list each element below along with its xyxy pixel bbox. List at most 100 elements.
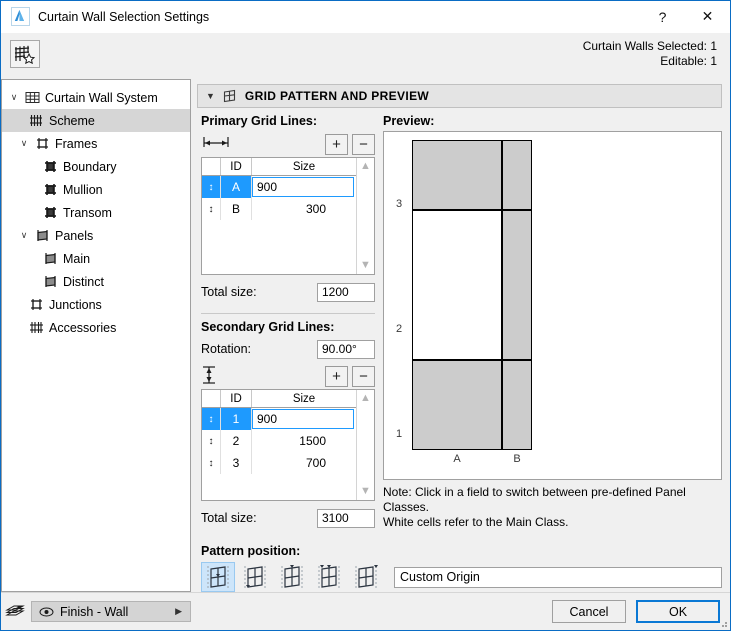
sidebar-item-frames[interactable]: ∨ Frames (2, 132, 190, 155)
table-row[interactable]: ↕ B 300 (202, 198, 356, 220)
grid-system-icon (22, 91, 42, 104)
sidebar-item-scheme[interactable]: Scheme (2, 109, 190, 132)
sidebar-item-main[interactable]: Main (2, 247, 190, 270)
scroll-down-icon[interactable]: ▼ (360, 260, 371, 271)
row-size-input[interactable]: 900 (252, 177, 354, 197)
cancel-button[interactable]: Cancel (552, 600, 626, 623)
preview-note-line-1: Note: Click in a field to switch between… (383, 485, 686, 514)
row-drag-handle[interactable]: ↕ (202, 408, 221, 430)
junctions-icon (26, 298, 46, 311)
primary-toolbar: + − (201, 131, 375, 157)
preview-cell-B2[interactable] (502, 210, 532, 360)
chevron-down-icon[interactable]: ▼ (206, 91, 215, 101)
layer-value: Finish - Wall (60, 604, 129, 619)
sidebar-item-accessories[interactable]: Accessories (2, 316, 190, 339)
pattern-top-right-icon[interactable] (349, 562, 383, 592)
rotation-label: Rotation: (201, 342, 252, 356)
table-row[interactable]: ↕ A 900 (202, 176, 356, 198)
primary-table-body: ID Size ↕ A 900 ↕ B 300 (202, 158, 356, 274)
rotation-input[interactable]: 90.00° (317, 339, 375, 359)
sidebar-item-boundary[interactable]: Boundary (2, 155, 190, 178)
rotation-row: Rotation: 90.00° (201, 337, 375, 361)
preview-canvas[interactable]: 3 2 1 A B (383, 131, 722, 480)
resize-grip-icon[interactable] (718, 618, 728, 628)
sidebar-item-transom[interactable]: Transom (2, 201, 190, 224)
preview-cell-A3[interactable] (412, 140, 502, 210)
chevron-down-icon[interactable]: ∨ (16, 138, 32, 149)
scheme-icon (26, 114, 46, 127)
divider (201, 313, 375, 314)
row-drag-handle[interactable]: ↕ (202, 198, 221, 220)
remove-secondary-grid-line-button[interactable]: − (352, 365, 375, 387)
close-button[interactable]: ✕ (685, 1, 730, 32)
help-button[interactable]: ? (640, 1, 685, 32)
remove-primary-grid-line-button[interactable]: − (352, 133, 375, 155)
chevron-down-icon[interactable]: ∨ (6, 92, 22, 103)
pattern-position-options: Custom Origin (201, 562, 722, 592)
preview-cell-B3[interactable] (502, 140, 532, 210)
secondary-total-value: 3100 (317, 508, 375, 528)
table-row[interactable]: ↕ 3 700 (202, 452, 356, 474)
preview-column-label-B: B (513, 453, 521, 465)
sidebar-item-label: Transom (63, 205, 112, 220)
secondary-total-label: Total size: (201, 511, 257, 525)
title-bar: Curtain Wall Selection Settings ? ✕ (1, 1, 730, 33)
preview-row-label-1: 1 (395, 428, 403, 440)
row-drag-handle[interactable]: ↕ (202, 452, 221, 474)
secondary-add-remove: + − (325, 365, 375, 387)
secondary-table-body: ID Size ↕ 1 900 ↕ 2 1500 ↕ 3 700 (202, 390, 356, 500)
row-size-input[interactable]: 1500 (252, 430, 356, 452)
pattern-position-value[interactable]: Custom Origin (394, 566, 722, 588)
pattern-top-center-icon[interactable] (312, 562, 346, 592)
row-id: 1 (221, 408, 252, 430)
primary-table-scrollbar[interactable]: ▲ ▼ (356, 158, 374, 274)
grid-lines-column: Primary Grid Lines: + − ID Size ↕ A 900 … (197, 114, 375, 538)
dialog-body: ∨ Curtain Wall System Scheme ∨ Frames Bo… (1, 79, 730, 592)
curtain-wall-settings-dialog: Curtain Wall Selection Settings ? ✕ Curt… (0, 0, 731, 631)
add-secondary-grid-line-button[interactable]: + (325, 365, 348, 387)
preview-row-label-2: 2 (395, 323, 403, 335)
row-drag-handle[interactable]: ↕ (202, 430, 221, 452)
sidebar-item-label: Boundary (63, 159, 117, 174)
row-size-input[interactable]: 300 (252, 198, 356, 220)
sidebar-item-panels[interactable]: ∨ Panels (2, 224, 190, 247)
row-id: A (221, 176, 252, 198)
selection-info: Curtain Walls Selected: 1 Editable: 1 (583, 39, 717, 69)
scroll-down-icon[interactable]: ▼ (360, 486, 371, 497)
pattern-position-section: Pattern position: Custom Origin (197, 538, 722, 592)
sidebar-item-distinct[interactable]: Distinct (2, 270, 190, 293)
drag-column-header (202, 158, 221, 175)
sidebar-item-label: Accessories (49, 320, 117, 335)
scroll-up-icon[interactable]: ▲ (360, 161, 371, 172)
add-primary-grid-line-button[interactable]: + (325, 133, 348, 155)
row-size-input[interactable]: 900 (252, 409, 354, 429)
accessories-icon (26, 321, 46, 334)
preview-cell-A1[interactable] (412, 360, 502, 450)
curtain-wall-scheme-icon[interactable] (10, 40, 40, 68)
frames-icon (32, 137, 52, 150)
chevron-down-icon[interactable]: ∨ (16, 230, 32, 241)
preview-cell-B1[interactable] (502, 360, 532, 450)
table-row[interactable]: ↕ 1 900 (202, 408, 356, 430)
table-row[interactable]: ↕ 2 1500 (202, 430, 356, 452)
chevron-right-icon[interactable]: ▶ (175, 606, 182, 617)
grid-pattern-panel-header[interactable]: ▼ GRID PATTERN AND PREVIEW (197, 84, 722, 108)
pattern-bottom-left-icon[interactable] (238, 562, 272, 592)
row-drag-handle[interactable]: ↕ (202, 176, 221, 198)
sub-header: Curtain Walls Selected: 1 Editable: 1 (1, 33, 730, 79)
pattern-top-left-icon[interactable] (275, 562, 309, 592)
sidebar-item-junctions[interactable]: Junctions (2, 293, 190, 316)
scroll-up-icon[interactable]: ▲ (360, 393, 371, 404)
ok-button[interactable]: OK (636, 600, 720, 623)
sidebar-item-mullion[interactable]: Mullion (2, 178, 190, 201)
grid-pattern-icon (221, 89, 238, 104)
preview-grid: 3 2 1 A B (384, 132, 721, 479)
panel-main-icon (40, 252, 60, 265)
layer-combobox[interactable]: Finish - Wall ▶ (31, 601, 191, 622)
row-size-input[interactable]: 700 (252, 452, 356, 474)
secondary-table-scrollbar[interactable]: ▲ ▼ (356, 390, 374, 500)
secondary-toolbar: + − (201, 363, 375, 389)
sidebar-item-curtain-wall-system[interactable]: ∨ Curtain Wall System (2, 86, 190, 109)
pattern-custom-origin-icon[interactable] (201, 562, 235, 592)
preview-cell-A2[interactable] (412, 210, 502, 360)
